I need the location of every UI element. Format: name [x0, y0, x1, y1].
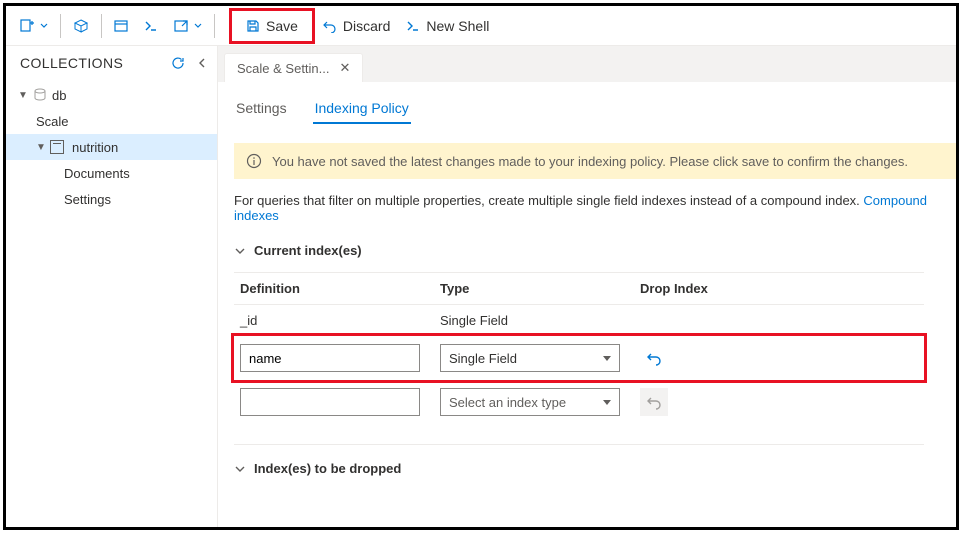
undo-icon — [646, 350, 662, 366]
new-dropdown-button[interactable] — [12, 10, 56, 42]
expand-icon: ▼ — [36, 142, 46, 153]
definition-input[interactable] — [240, 344, 420, 372]
refresh-button[interactable] — [165, 54, 191, 72]
save-button[interactable]: Save — [229, 8, 315, 44]
box-button[interactable] — [65, 10, 97, 42]
chevron-down-icon — [234, 245, 246, 257]
toolbar-separator — [60, 14, 61, 38]
chevron-down-icon — [234, 463, 246, 475]
cell-type: Single Field — [434, 305, 634, 337]
close-icon[interactable]: ✕ — [340, 60, 351, 76]
toolbar-separator — [214, 14, 215, 38]
table-row-highlighted: Single Field — [234, 336, 924, 380]
tree: ▼ db Scale ▼ nutrition Documents Setting… — [6, 80, 217, 214]
divider — [234, 444, 924, 445]
prompt-icon — [406, 19, 420, 33]
db-label: db — [52, 88, 66, 103]
type-select[interactable]: Select an index type — [440, 388, 620, 416]
save-label: Save — [266, 18, 298, 34]
table-row: Select an index type — [234, 380, 924, 424]
discard-button[interactable]: Discard — [315, 10, 398, 42]
tree-node-settings[interactable]: Settings — [6, 186, 217, 212]
nutrition-label: nutrition — [72, 140, 118, 155]
collections-title: COLLECTIONS — [20, 55, 165, 71]
description: For queries that filter on multiple prop… — [234, 193, 956, 223]
desc-text: For queries that filter on multiple prop… — [234, 193, 863, 208]
revert-button-disabled — [640, 388, 668, 416]
cube-icon — [73, 18, 89, 34]
undo-icon — [646, 394, 662, 410]
cell-definition: _id — [234, 305, 434, 337]
definition-input[interactable] — [240, 388, 420, 416]
toolbar-separator — [101, 14, 102, 38]
save-icon — [246, 19, 260, 33]
scale-label: Scale — [36, 114, 69, 129]
new-shell-button[interactable]: New Shell — [398, 10, 497, 42]
sidebar-header: COLLECTIONS — [6, 46, 217, 80]
section-title: Index(es) to be dropped — [254, 461, 401, 476]
new-icon — [20, 19, 34, 33]
unsaved-changes-banner: You have not saved the latest changes ma… — [234, 143, 956, 179]
col-definition: Definition — [234, 273, 434, 305]
collection-icon — [50, 140, 64, 154]
new-shell-label: New Shell — [426, 18, 489, 34]
subtab-settings[interactable]: Settings — [234, 94, 289, 124]
col-type: Type — [434, 273, 634, 305]
section-title: Current index(es) — [254, 243, 362, 258]
shell-button[interactable] — [136, 10, 166, 42]
settings-label: Settings — [64, 192, 111, 207]
section-current-indexes[interactable]: Current index(es) — [234, 243, 956, 258]
content: Scale & Settin... ✕ Settings Indexing Po… — [218, 46, 956, 527]
subtabs: Settings Indexing Policy — [234, 94, 956, 125]
database-icon — [32, 87, 48, 103]
chevron-down-icon — [40, 22, 48, 30]
table-row: _id Single Field — [234, 305, 924, 337]
tree-node-scale[interactable]: Scale — [6, 108, 217, 134]
subtab-indexing-policy[interactable]: Indexing Policy — [313, 94, 411, 124]
prompt-icon — [144, 19, 158, 33]
toolbar: Save Discard New Shell — [6, 6, 956, 46]
type-select-placeholder: Select an index type — [449, 395, 566, 410]
window-button[interactable] — [106, 10, 136, 42]
tab-scale-settings[interactable]: Scale & Settin... ✕ — [224, 53, 363, 82]
indexes-table: Definition Type Drop Index _id Single Fi… — [234, 272, 924, 424]
discard-label: Discard — [343, 18, 390, 34]
sidebar: COLLECTIONS ▼ db Scale ▼ — [6, 46, 218, 527]
tree-node-nutrition[interactable]: ▼ nutrition — [6, 134, 217, 160]
section-dropped-indexes[interactable]: Index(es) to be dropped — [234, 461, 956, 476]
open-dropdown-button[interactable] — [166, 10, 210, 42]
documents-label: Documents — [64, 166, 130, 181]
collapse-button[interactable] — [191, 54, 213, 72]
revert-button[interactable] — [640, 344, 668, 372]
type-select-value: Single Field — [449, 351, 517, 366]
tabstrip: Scale & Settin... ✕ — [218, 46, 956, 82]
refresh-icon — [171, 56, 185, 70]
tree-node-documents[interactable]: Documents — [6, 160, 217, 186]
open-icon — [174, 19, 188, 33]
type-select[interactable]: Single Field — [440, 344, 620, 372]
col-drop: Drop Index — [634, 273, 924, 305]
window-icon — [114, 19, 128, 33]
tab-label: Scale & Settin... — [237, 61, 330, 76]
undo-icon — [323, 19, 337, 33]
banner-text: You have not saved the latest changes ma… — [272, 154, 908, 169]
info-icon — [246, 153, 262, 169]
chevron-left-icon — [197, 56, 207, 70]
chevron-down-icon — [194, 22, 202, 30]
tree-node-db[interactable]: ▼ db — [6, 82, 217, 108]
expand-icon: ▼ — [18, 90, 28, 101]
